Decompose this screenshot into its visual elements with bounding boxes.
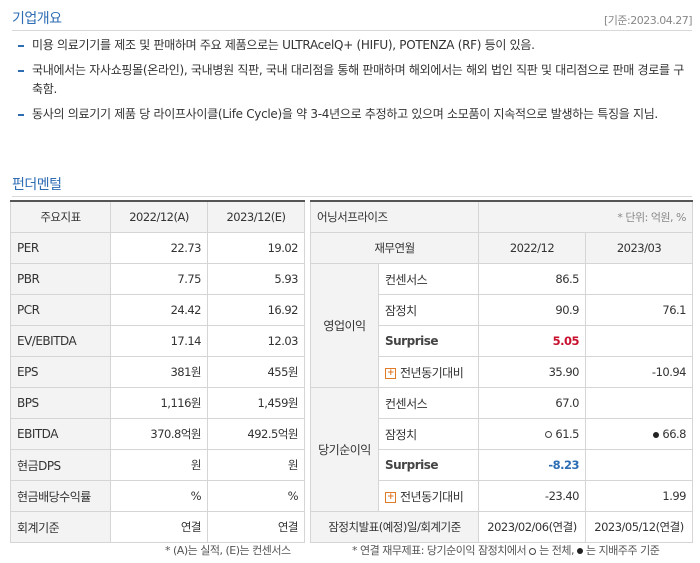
surprise-title: 어닝서프라이즈 [310,200,479,233]
fundamental-title: 펀더멘털 [12,177,62,193]
row-label: EV/EBITDA [10,325,111,357]
open-circle-icon [529,547,537,555]
table-row: 영업이익 컨센서스 86.5 [310,263,693,388]
table-row: EPS 381원 455원 [10,356,305,388]
overview-item: 동사의 의료기기 제품 당 라이프사이클(Life Cycle)을 약 3-4년… [18,105,690,124]
table-row: 현금배당수익률%% [10,480,305,512]
col-header: 2023/12(E) [207,200,305,233]
expand-plus-icon[interactable]: + [385,367,396,379]
fundamental-table: 주요지표 2022/12(A) 2023/12(E) PER 22.73 19.02… [10,200,305,543]
overview-date: [기준:2023.04.27] [603,14,693,27]
cell-value: 5.93 [207,263,305,295]
overview-item: 국내에서는 자사쇼핑몰(온라인), 국내병원 직판, 국내 대리점을 통해 판매… [18,61,690,99]
row-label: 현금DPS [10,449,111,481]
row-label: PBR [10,263,111,295]
cell-value: 1,116원 [110,387,208,419]
row-label: 컨센서스 [378,263,479,295]
row-label: BPS [10,387,111,419]
row-label: Surprise [378,449,479,481]
row-label: 현금배당수익률 [10,480,111,512]
col-header: 주요지표 [10,200,111,233]
overview-item: 미용 의료기기를 제조 및 판매하며 주요 제품으로는 ULTRAcelQ+ (… [18,36,690,55]
cell-value: 7.75 [110,263,208,295]
col-header: 2023/03 [585,232,693,264]
surprise-value-negative: -8.23 [478,449,586,481]
cell-value: 1,459원 [207,387,305,419]
cell-value: 22.73 [110,232,208,264]
table-row: 당기순이익 컨센서스 67.0 [310,387,693,512]
cell-value: 17.14 [110,325,208,357]
fundamental-header: 펀더멘털 [12,170,692,197]
table-row: 재무연월 2022/12 2023/03 [310,232,693,264]
cell-value: 연결 [110,511,208,543]
group-operating-income: 영업이익 [310,263,379,388]
group-net-income: 당기순이익 [310,387,379,512]
table-row: EBITDA 370.8억원 492.5억원 [10,418,305,450]
table-row: 회계기준 연결 연결 [10,511,305,543]
row-label: EPS [10,356,111,388]
table-row: EV/EBITDA 17.14 12.03 [10,325,305,357]
expand-plus-icon[interactable]: + [385,491,396,503]
bullet-icon [18,45,24,47]
open-circle-icon [545,431,553,438]
cell-value: 24.42 [110,294,208,326]
cell-value: 381원 [110,356,208,388]
filled-circle-icon [576,548,583,554]
cell-value: 455원 [207,356,305,388]
cell-value: 원 [110,449,208,481]
table-header-row: 어닝서프라이즈 * 단위: 억원, % [310,200,693,233]
bullet-icon [18,114,24,116]
cell-value: % [207,480,305,512]
cell-value: 원 [207,449,305,481]
cell-value: 492.5억원 [207,418,305,450]
bullet-icon [18,70,24,72]
row-label: 전년동기대비 [400,489,464,504]
cell-value: 12.03 [207,325,305,357]
surprise-value-positive: 5.05 [478,325,586,357]
overview-list: 미용 의료기기를 제조 및 판매하며 주요 제품으로는 ULTRAcelQ+ (… [18,36,690,130]
filled-circle-icon [653,431,660,438]
row-label: 잠정치 [378,294,479,326]
overview-title: 기업개요 [12,11,62,27]
col-header: 2022/12(A) [110,200,208,233]
cell-value: % [110,480,208,512]
row-label: EBITDA [10,418,111,450]
surprise-unit: * 단위: 억원, % [478,200,693,233]
row-label: PER [10,232,111,264]
cell-value: 16.92 [207,294,305,326]
table-row: 현금DPS 원 원 [10,449,305,481]
col-header: 2022/12 [478,232,586,264]
row-label: 잠정치발표(예정)일/회계기준 [310,511,479,543]
cell-value: 370.8억원 [110,418,208,450]
row-label: 잠정치 [378,418,479,450]
row-label: Surprise [378,325,479,357]
earnings-surprise-table: 어닝서프라이즈 * 단위: 억원, % 재무연월 2022/12 2023/03… [310,200,693,543]
table-row: 잠정치발표(예정)일/회계기준 2023/02/06(연결) 2023/05/1… [310,511,693,543]
table-row: PER 22.73 19.02 [10,232,305,264]
row-label: 컨센서스 [378,387,479,419]
fundamental-note: * (A)는 실적, (E)는 컨센서스 [165,544,291,557]
row-label: PCR [10,294,111,326]
cell-value: 19.02 [207,232,305,264]
row-label: 전년동기대비 [400,365,464,380]
cell-value: 연결 [207,511,305,543]
table-row: PCR 24.42 16.92 [10,294,305,326]
table-row: BPS 1,116원 1,459원 [10,387,305,419]
row-label: 회계기준 [10,511,111,543]
table-header-row: 주요지표 2022/12(A) 2023/12(E) [10,200,305,233]
table-row: PBR 7.75 5.93 [10,263,305,295]
overview-header: 기업개요 [기준:2023.04.27] [12,4,693,31]
surprise-note: * 연결 재무제표: 당기순이익 잠정치에서 는 전체, 는 지배주주 기준 [352,544,660,557]
col-header: 재무연월 [310,232,479,264]
